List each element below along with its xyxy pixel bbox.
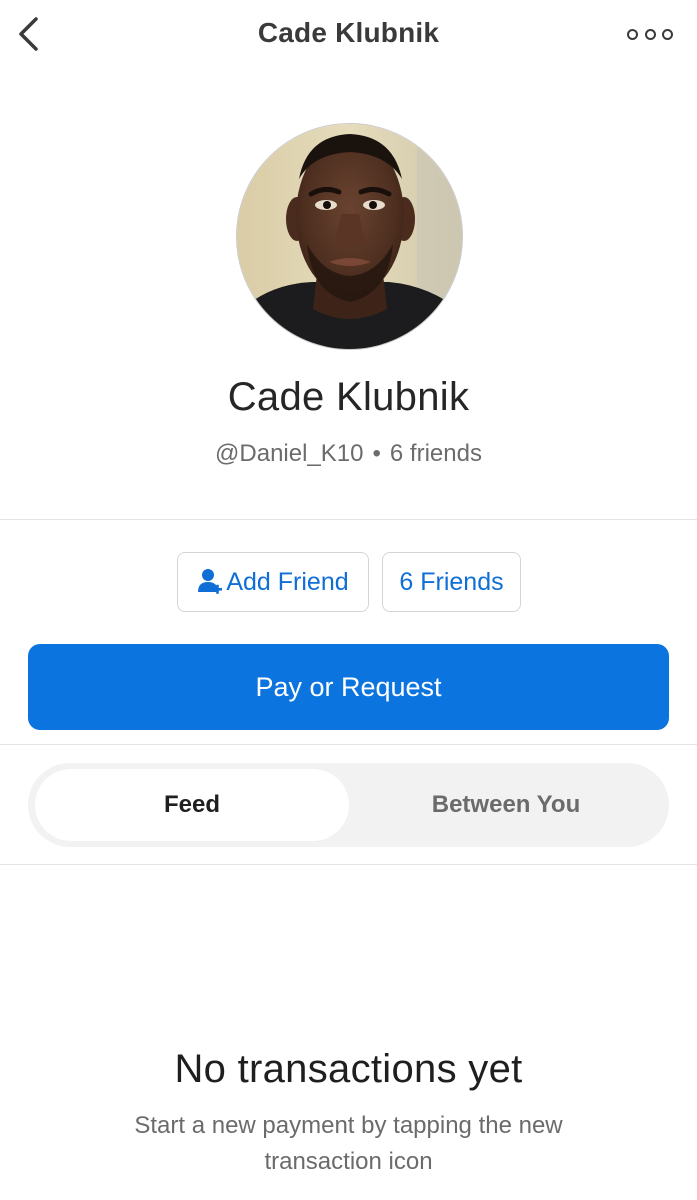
divider	[0, 744, 697, 745]
tab-between-you[interactable]: Between You	[349, 769, 663, 841]
pay-or-request-button[interactable]: Pay or Request	[28, 644, 669, 730]
more-horizontal-icon	[662, 28, 673, 40]
username: @Daniel_K10	[215, 440, 364, 467]
friend-count[interactable]: 6 friends	[390, 440, 482, 467]
add-friend-label: Add Friend	[226, 567, 349, 596]
page-title: Cade Klubnik	[257, 17, 440, 48]
more-horizontal-icon	[644, 28, 656, 40]
add-friend-button[interactable]: Add Friend	[177, 552, 369, 612]
tab-feed[interactable]: Feed	[35, 769, 349, 841]
friends-button-label: 6 Friends	[399, 567, 504, 596]
empty-state-subtitle: Start a new payment by tapping the new t…	[134, 1112, 563, 1175]
pay-or-request-label: Pay or Request	[255, 671, 442, 702]
divider	[0, 519, 697, 520]
empty-state-title: No transactions yet	[174, 1047, 523, 1091]
feed-tabs: Feed Between You	[28, 763, 669, 847]
avatar	[236, 123, 463, 350]
profile-meta: @Daniel_K10 • 6 friends	[0, 440, 697, 468]
add-person-icon	[197, 567, 223, 597]
more-horizontal-icon	[627, 28, 638, 40]
profile-screen: Cade Klubnik Cade Klubnik @Daniel_K10 • …	[0, 0, 697, 1200]
more-options-button[interactable]	[627, 22, 673, 46]
display-name: Cade Klubnik	[227, 375, 470, 419]
friends-button[interactable]: 6 Friends	[382, 552, 521, 612]
profile-photo	[237, 124, 462, 349]
divider	[0, 864, 697, 865]
separator-dot: •	[372, 440, 381, 467]
top-bar: Cade Klubnik	[0, 0, 697, 70]
